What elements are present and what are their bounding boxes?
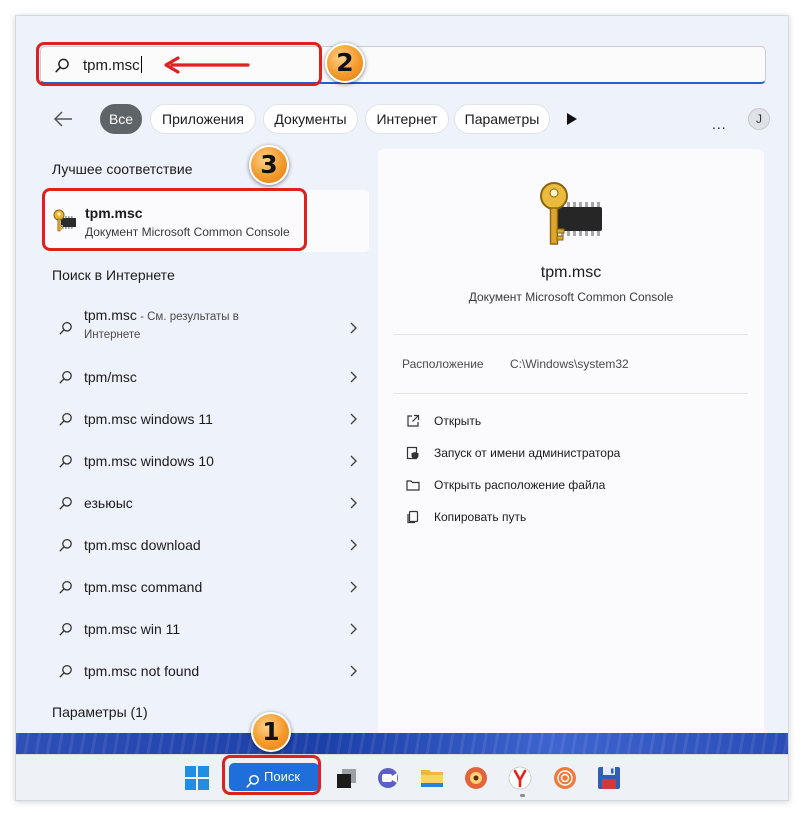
web-result-row[interactable]: tpm.msc - См. результаты в Интернете (52, 305, 357, 349)
chevron-right-icon (349, 664, 357, 677)
search-icon (59, 370, 73, 384)
task-view-icon[interactable] (334, 765, 360, 791)
arrow-left-icon (162, 56, 250, 74)
chevron-right-icon (349, 321, 357, 334)
web-result-sub: Интернете (84, 329, 141, 341)
chevron-right-icon (349, 622, 357, 635)
callout-taskbar-search (222, 755, 321, 795)
web-result-label: tpm.msc (84, 307, 137, 323)
filter-chip-documents[interactable]: Документы (263, 104, 358, 134)
media-player-icon[interactable] (463, 765, 489, 791)
search-icon (59, 496, 73, 510)
web-result-label: tpm.msc windows 11 (84, 411, 213, 427)
action-label: Запуск от имени администратора (434, 446, 621, 460)
action-label: Копировать путь (434, 510, 527, 524)
filter-chip-apps[interactable]: Приложения (150, 104, 256, 134)
back-arrow-icon[interactable] (52, 109, 74, 129)
user-avatar[interactable]: J (748, 108, 770, 130)
open-external-icon (406, 414, 420, 428)
chevron-right-icon (349, 580, 357, 593)
taskbar: Поиск (16, 754, 788, 800)
action-label: Открыть (434, 414, 482, 428)
more-options-button[interactable]: ... (712, 116, 727, 132)
chevron-right-icon (349, 412, 357, 425)
chevron-right-icon (349, 538, 357, 551)
search-icon (59, 664, 73, 678)
detail-pane: tpm.msc Документ Microsoft Common Consol… (378, 149, 764, 738)
web-result-row[interactable]: tpm.msc win 11 (52, 612, 357, 646)
chevron-right-icon (349, 370, 357, 383)
action-label: Открыть расположение файла (434, 478, 606, 492)
web-result-row[interactable]: tpm/msc (52, 360, 357, 394)
chevron-right-icon (349, 496, 357, 509)
search-icon (59, 538, 73, 552)
web-result-label: tpm.msc windows 10 (84, 453, 214, 469)
video-call-icon[interactable] (376, 765, 402, 791)
audio-app-icon[interactable] (552, 765, 578, 791)
web-result-hint: - См. результаты в (136, 311, 239, 323)
web-result-row[interactable]: tpm.msc windows 11 (52, 402, 357, 436)
filter-chip-internet[interactable]: Интернет (365, 104, 449, 134)
step-badge-1: 1 (251, 712, 291, 752)
filter-bar: Все Приложения Документы Интернет Параме… (52, 104, 772, 134)
file-explorer-icon[interactable] (419, 765, 445, 791)
web-result-label: tpm.msc command (84, 579, 203, 595)
filter-chip-all[interactable]: Все (100, 104, 142, 134)
floppy-save-icon[interactable] (596, 765, 622, 791)
location-label: Расположение (402, 357, 484, 371)
location-value: C:\Windows\system32 (510, 357, 629, 371)
folder-icon (406, 478, 420, 492)
search-icon (59, 412, 73, 426)
web-result-row[interactable]: tpm.msc not found (52, 654, 357, 688)
callout-best-match (42, 188, 307, 251)
detail-subtitle: Документ Microsoft Common Console (468, 290, 674, 304)
search-icon (59, 321, 73, 335)
copy-icon (406, 510, 420, 524)
divider (394, 393, 748, 394)
search-panel: tpm.msc Все Приложения Документы Интерне… (16, 16, 788, 738)
web-result-row[interactable]: tpm.msc download (52, 528, 357, 562)
shield-icon (406, 446, 420, 460)
filter-chip-settings[interactable]: Параметры (454, 104, 550, 134)
web-result-row[interactable]: езьюыс (52, 486, 357, 520)
search-icon (59, 580, 73, 594)
web-result-label: tpm/msc (84, 369, 137, 385)
divider (394, 334, 748, 335)
best-match-heading: Лучшее соответствие (52, 161, 193, 177)
detail-title: tpm.msc (540, 264, 602, 281)
key-chip-icon (536, 179, 606, 249)
start-search-window: tpm.msc Все Приложения Документы Интерне… (15, 15, 789, 801)
action-copy-path[interactable]: Копировать путь (406, 507, 736, 531)
yandex-browser-icon[interactable] (507, 765, 533, 791)
step-badge-2: 2 (325, 43, 365, 83)
web-result-row[interactable]: tpm.msc windows 10 (52, 444, 357, 478)
play-more-icon[interactable] (566, 112, 578, 126)
desktop-wallpaper (16, 733, 788, 755)
search-icon (59, 622, 73, 636)
web-result-label: tpm.msc download (84, 537, 201, 553)
action-open[interactable]: Открыть (406, 411, 736, 435)
chevron-right-icon (349, 454, 357, 467)
web-result-label: езьюыс (84, 495, 133, 511)
settings-heading[interactable]: Параметры (1) (52, 704, 148, 720)
step-badge-3: 3 (249, 145, 289, 185)
action-open-location[interactable]: Открыть расположение файла (406, 475, 736, 499)
windows-start-icon[interactable] (184, 765, 210, 791)
action-run-as-admin[interactable]: Запуск от имени администратора (406, 443, 736, 467)
active-app-indicator (520, 794, 525, 797)
search-icon (59, 454, 73, 468)
web-result-row[interactable]: tpm.msc command (52, 570, 357, 604)
web-search-heading: Поиск в Интернете (52, 267, 175, 283)
web-result-label: tpm.msc not found (84, 663, 200, 679)
web-result-label: tpm.msc win 11 (84, 621, 181, 637)
